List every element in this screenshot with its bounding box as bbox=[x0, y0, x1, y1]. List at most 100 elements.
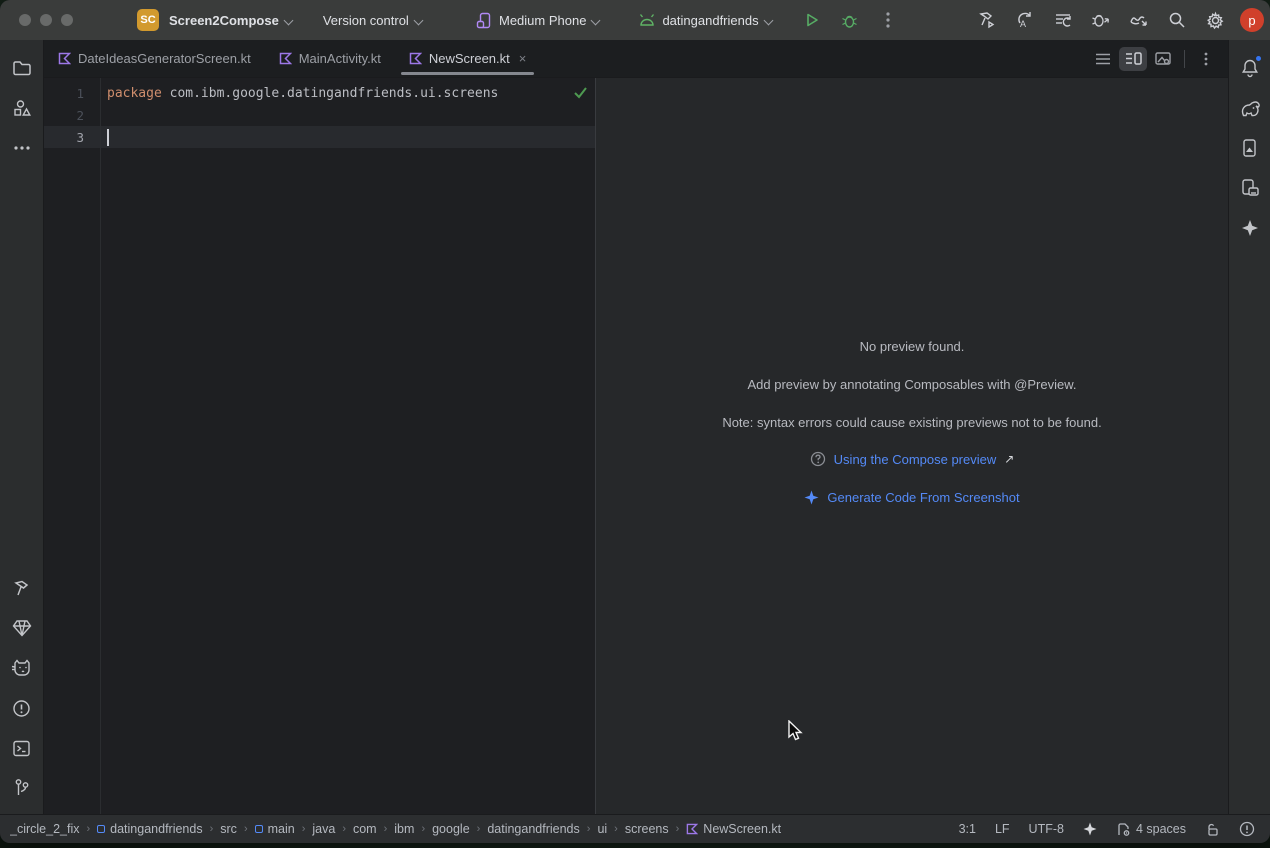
search-everywhere-button[interactable] bbox=[1160, 5, 1194, 35]
ai-assistant-status-button[interactable] bbox=[1078, 822, 1102, 836]
project-selector[interactable]: Screen2Compose bbox=[159, 6, 301, 34]
breadcrumb-item[interactable]: ibm bbox=[394, 822, 414, 836]
notifications-tool-button[interactable] bbox=[1232, 50, 1268, 86]
code-line-3-current[interactable]: 3 bbox=[44, 126, 595, 148]
breadcrumb-item[interactable]: screens bbox=[625, 822, 669, 836]
chevron-down-icon bbox=[415, 15, 423, 23]
breadcrumb-separator: › bbox=[421, 823, 425, 835]
device-icon bbox=[476, 12, 493, 29]
tab-newscreen[interactable]: NewScreen.kt × bbox=[395, 40, 541, 77]
running-devices-tool-button[interactable] bbox=[1232, 130, 1268, 166]
text-caret bbox=[107, 129, 109, 146]
chevron-down-icon bbox=[285, 15, 293, 23]
folder-icon bbox=[12, 59, 32, 77]
gradle-elephant-icon bbox=[1239, 100, 1261, 117]
breadcrumb-item[interactable]: datingandfriends bbox=[97, 822, 202, 836]
breadcrumb-label: _circle_2_fix bbox=[10, 822, 79, 836]
notification-dot bbox=[1255, 55, 1262, 62]
line-ending-widget[interactable]: LF bbox=[990, 822, 1015, 836]
profiler-button[interactable] bbox=[1122, 5, 1156, 35]
run-configuration-selector[interactable]: datingandfriends bbox=[630, 6, 780, 34]
code-line-2[interactable]: 2 bbox=[44, 104, 595, 126]
user-avatar[interactable]: p bbox=[1240, 8, 1264, 32]
profiler-icon bbox=[1129, 10, 1149, 30]
window-controls[interactable] bbox=[19, 14, 73, 26]
code-editor[interactable]: 1 package com.ibm.google.datingandfriend… bbox=[44, 78, 596, 814]
compose-preview-help-link[interactable]: Using the Compose preview bbox=[834, 452, 997, 467]
inspections-widget[interactable] bbox=[1234, 821, 1260, 837]
app-quality-insights-tool-button[interactable] bbox=[4, 610, 40, 646]
encoding-widget[interactable]: UTF-8 bbox=[1024, 822, 1069, 836]
structure-shapes-icon bbox=[12, 98, 32, 118]
breadcrumb-label: datingandfriends bbox=[110, 822, 202, 836]
logcat-tool-button[interactable] bbox=[4, 650, 40, 686]
terminal-tool-button[interactable] bbox=[4, 730, 40, 766]
breadcrumb-label: ibm bbox=[394, 822, 414, 836]
apply-code-changes-button[interactable] bbox=[1046, 5, 1080, 35]
gradle-tool-button[interactable] bbox=[1232, 90, 1268, 126]
attach-debugger-button[interactable] bbox=[1084, 5, 1118, 35]
kotlin-file-icon bbox=[686, 823, 698, 835]
breadcrumb-item[interactable]: ui bbox=[597, 822, 607, 836]
code-view-button[interactable] bbox=[1089, 47, 1117, 71]
breadcrumb-item[interactable]: _circle_2_fix bbox=[10, 822, 79, 836]
exclamation-circle-icon bbox=[1239, 821, 1255, 837]
split-view-button[interactable] bbox=[1119, 47, 1147, 71]
editor-tab-bar: DateIdeasGeneratorScreen.kt MainActivity… bbox=[44, 40, 1228, 78]
apply-changes-button[interactable]: A bbox=[1008, 5, 1042, 35]
tab-label: NewScreen.kt bbox=[429, 51, 510, 66]
help-circle-icon bbox=[810, 451, 826, 467]
preview-message-primary: No preview found. bbox=[596, 336, 1228, 358]
generate-code-from-screenshot-link[interactable]: Generate Code From Screenshot bbox=[827, 490, 1019, 505]
debug-button[interactable] bbox=[833, 5, 867, 35]
breadcrumb-item[interactable]: google bbox=[432, 822, 470, 836]
device-manager-tool-button[interactable] bbox=[1232, 170, 1268, 206]
resource-manager-tool-button[interactable] bbox=[4, 90, 40, 126]
module-icon bbox=[255, 825, 263, 833]
breadcrumb-item[interactable]: NewScreen.kt bbox=[686, 822, 781, 836]
sparkle-icon bbox=[804, 490, 819, 505]
project-tool-button[interactable] bbox=[4, 50, 40, 86]
breadcrumb-item[interactable]: datingandfriends bbox=[487, 822, 579, 836]
breadcrumb-separator: › bbox=[302, 823, 306, 835]
minimize-window-button[interactable] bbox=[40, 14, 52, 26]
breadcrumb-separator: › bbox=[342, 823, 346, 835]
caret-position-widget[interactable]: 3:1 bbox=[954, 822, 981, 836]
breadcrumb-item[interactable]: src bbox=[220, 822, 237, 836]
tab-dateideasgeneratorscreen[interactable]: DateIdeasGeneratorScreen.kt bbox=[44, 40, 265, 77]
version-control-tool-button[interactable] bbox=[4, 770, 40, 806]
breadcrumb-item[interactable]: main bbox=[255, 822, 295, 836]
close-window-button[interactable] bbox=[19, 14, 31, 26]
apply-changes-icon: A bbox=[1015, 10, 1035, 30]
compose-preview-panel: No preview found. Add preview by annotat… bbox=[596, 78, 1228, 814]
tab-mainactivity[interactable]: MainActivity.kt bbox=[265, 40, 395, 77]
run-button[interactable] bbox=[795, 5, 829, 35]
more-tool-windows-button[interactable] bbox=[4, 130, 40, 166]
gemini-tool-button[interactable] bbox=[1232, 210, 1268, 246]
build-hammer-icon bbox=[977, 10, 997, 30]
design-view-button[interactable] bbox=[1149, 47, 1177, 71]
breadcrumb-item[interactable]: com bbox=[353, 822, 377, 836]
device-selector[interactable]: Medium Phone bbox=[468, 6, 608, 34]
settings-button[interactable] bbox=[1198, 5, 1232, 35]
status-bar: _circle_2_fix›datingandfriends›src›main›… bbox=[0, 814, 1270, 843]
maximize-window-button[interactable] bbox=[61, 14, 73, 26]
build-tool-button[interactable] bbox=[4, 570, 40, 606]
device-selector-label: Medium Phone bbox=[499, 13, 586, 28]
inspections-ok-check-icon bbox=[573, 86, 588, 99]
code-line-1[interactable]: 1 package com.ibm.google.datingandfriend… bbox=[44, 82, 595, 104]
problems-tool-button[interactable] bbox=[4, 690, 40, 726]
editor-options-button[interactable] bbox=[1192, 47, 1220, 71]
svg-text:A: A bbox=[1020, 19, 1026, 29]
more-run-options-button[interactable] bbox=[871, 5, 905, 35]
hammer-icon bbox=[12, 578, 32, 598]
build-project-button[interactable] bbox=[970, 5, 1004, 35]
keyword-package: package bbox=[107, 86, 162, 101]
close-tab-icon[interactable]: × bbox=[519, 51, 527, 66]
indent-widget[interactable]: 4 spaces bbox=[1111, 822, 1191, 837]
breadcrumb-item[interactable]: java bbox=[312, 822, 335, 836]
file-lock-widget[interactable] bbox=[1200, 822, 1225, 837]
line-number: 1 bbox=[44, 86, 100, 101]
version-control-menu[interactable]: Version control bbox=[315, 6, 431, 34]
ellipsis-icon bbox=[14, 146, 30, 150]
